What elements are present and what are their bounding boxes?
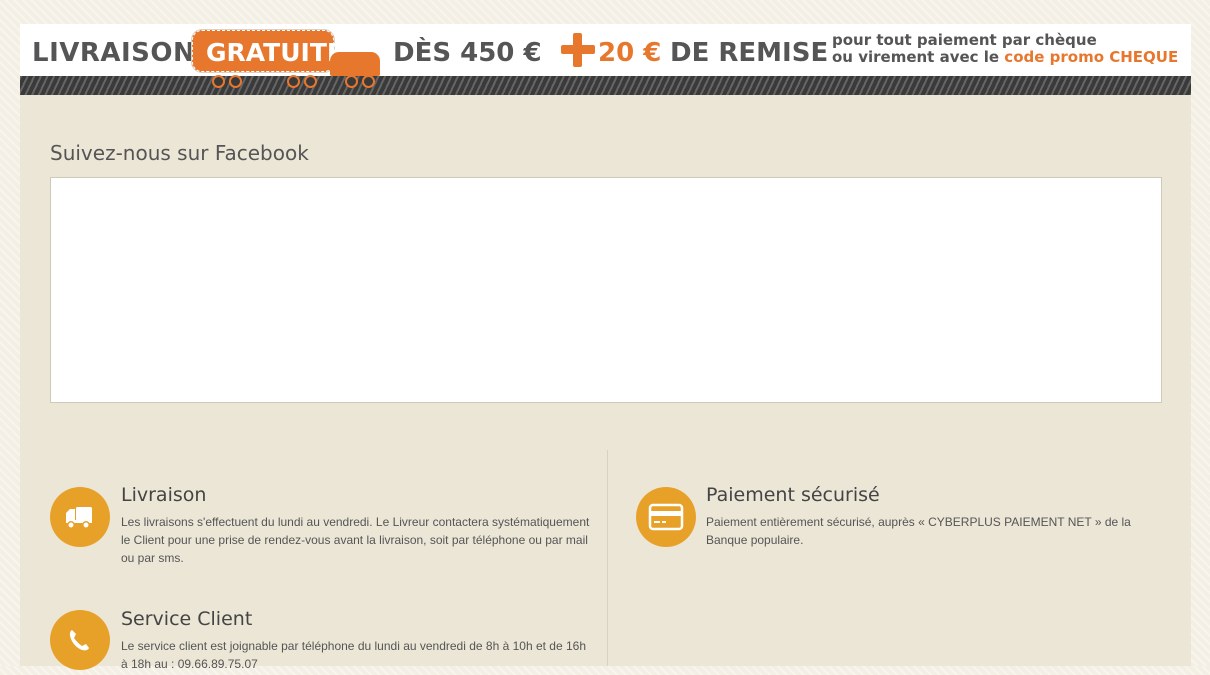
wheel-icon [362,75,375,88]
banner-gratuite: GRATUITE [206,38,344,67]
service-client-description: Le service client est joignable par télé… [121,639,587,671]
wheel-icon [345,75,358,88]
wheel-icon [287,75,300,88]
banner-remise-amount: 20 € [598,38,662,68]
service-client-title: Service Client [121,608,253,630]
wheel-icon [229,75,242,88]
banner-remise: DE REMISE [670,38,829,68]
facebook-widget[interactable] [50,177,1162,403]
banner-des-450: DÈS 450 € [393,38,542,68]
banner-line2-prefix: ou virement avec le [832,48,1005,66]
credit-card-icon [636,487,696,547]
banner-line2: ou virement avec le code promo CHEQUE [832,48,1178,66]
banner-line1: pour tout paiement par chèque [832,31,1097,49]
facebook-title: Suivez-nous sur Facebook [50,141,309,165]
banner-stripe [20,76,1191,95]
livraison-title: Livraison [121,484,207,506]
livraison-description: Les livraisons s'effectuent du lundi au … [121,515,590,565]
column-divider [607,450,608,666]
truck-cab-decoration [330,52,380,76]
promo-banner[interactable]: LIVRAISON GRATUITE DÈS 450 € 20 € DE REM… [20,24,1191,76]
plus-icon-bar [561,45,595,54]
paiement-title: Paiement sécurisé [706,484,880,506]
wheel-icon [212,75,225,88]
phone-icon [50,610,110,670]
wheel-icon [304,75,317,88]
banner-livraison: LIVRAISON [32,38,196,68]
truck-icon [50,487,110,547]
paiement-description: Paiement entièrement sécurisé, auprès « … [706,515,1131,547]
banner-promo-code: code promo CHEQUE [1004,48,1179,66]
